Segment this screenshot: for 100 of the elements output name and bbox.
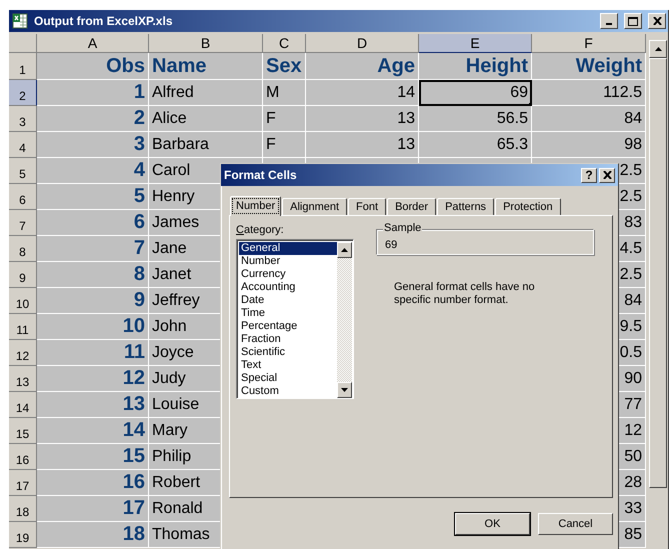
table-cell: 5 (134, 185, 145, 208)
close-icon (602, 171, 612, 179)
table-cell: 8 (134, 263, 145, 286)
list-item[interactable]: General (239, 242, 337, 255)
list-scrollbar[interactable] (337, 242, 352, 398)
table-cell: 28 (624, 474, 642, 492)
list-item[interactable]: Date (239, 294, 337, 307)
row-header[interactable]: 13 (9, 366, 37, 392)
table-cell: Carol (152, 162, 190, 180)
table-cell: 12 (624, 422, 642, 440)
table-cell: 13 (397, 136, 415, 154)
column-title: Height (466, 54, 528, 78)
cancel-button[interactable]: Cancel (538, 513, 613, 535)
minimize-button[interactable] (600, 13, 618, 29)
list-item[interactable]: Fraction (239, 333, 337, 346)
row-header[interactable]: 1 (9, 53, 37, 80)
row-header[interactable]: 7 (9, 210, 37, 236)
sample-value: 69 (385, 239, 398, 251)
list-item[interactable]: Scientific (239, 346, 337, 359)
table-cell: Jeffrey (152, 292, 200, 310)
table-cell: 56.5 (496, 110, 528, 128)
list-item[interactable]: Text (239, 359, 337, 372)
close-button[interactable] (599, 168, 615, 182)
table-cell: 14 (397, 84, 415, 102)
category-list[interactable]: General Number Currency Accounting Date Time Percentage Fraction Scientific Text Special Custom (236, 239, 354, 399)
table-cell: 2.5 (620, 266, 642, 284)
row-header[interactable]: 10 (9, 288, 37, 314)
close-icon (652, 17, 662, 25)
list-item[interactable]: Percentage (239, 320, 337, 333)
table-cell: 112.5 (603, 84, 642, 102)
row-header[interactable]: 3 (9, 106, 37, 132)
column-header[interactable]: B (149, 34, 263, 53)
table-cell: 6 (134, 211, 145, 234)
row-header[interactable]: 5 (9, 158, 37, 184)
list-item[interactable]: Accounting (239, 281, 337, 294)
column-header[interactable]: A (37, 34, 149, 53)
table-cell: Jane (152, 240, 187, 258)
table-cell: 7 (134, 237, 145, 260)
list-item[interactable]: Special (239, 372, 337, 385)
table-cell: 98 (624, 136, 642, 154)
tab[interactable]: Protection (495, 198, 561, 215)
row-header[interactable]: 18 (9, 496, 37, 522)
table-cell: 69 (510, 84, 528, 102)
scroll-down-button[interactable] (337, 382, 352, 398)
column-header[interactable]: E (419, 34, 532, 53)
window-title: Output from ExcelXP.xls (34, 14, 174, 28)
scroll-up-button[interactable] (337, 242, 352, 258)
table-cell: 3 (134, 133, 145, 156)
maximize-icon (628, 16, 638, 26)
table-cell: 4 (134, 159, 145, 182)
close-button[interactable] (648, 13, 666, 29)
row-header[interactable]: 9 (9, 262, 37, 288)
list-item[interactable]: Currency (239, 268, 337, 281)
table-cell: 84 (624, 292, 642, 310)
tab[interactable]: Alignment (282, 198, 348, 215)
select-all-corner[interactable] (9, 34, 37, 53)
row-header[interactable]: 15 (9, 418, 37, 444)
table-cell: 33 (624, 500, 642, 518)
tab[interactable]: Border (387, 198, 436, 215)
table-cell: Louise (152, 396, 200, 414)
column-title: Age (377, 54, 415, 78)
table-cell: 50 (624, 448, 642, 466)
column-header[interactable]: F (532, 34, 646, 53)
row-header[interactable]: 16 (9, 444, 37, 470)
column-header[interactable]: D (306, 34, 419, 53)
list-item[interactable]: Custom (239, 385, 337, 398)
table-cell: 14 (122, 419, 145, 442)
column-header[interactable]: C (263, 34, 306, 53)
table-cell: 10 (122, 315, 145, 338)
table-cell: Alfred (152, 84, 194, 102)
row-header[interactable]: 12 (9, 340, 37, 366)
list-item[interactable]: Number (239, 255, 337, 268)
up-arrow-icon (654, 47, 662, 51)
table-cell: Barbara (152, 136, 209, 154)
table-cell: 9 (134, 289, 145, 312)
column-title: Name (152, 54, 206, 78)
maximize-button[interactable] (624, 13, 642, 29)
tab[interactable]: Patterns (437, 198, 494, 215)
help-button[interactable]: ? (581, 168, 597, 182)
row-header[interactable]: 14 (9, 392, 37, 418)
row-header[interactable]: 19 (9, 522, 37, 548)
table-cell: John (152, 318, 187, 336)
row-header[interactable]: 4 (9, 132, 37, 158)
tab[interactable]: Font (348, 198, 386, 215)
row-header[interactable]: 6 (9, 184, 37, 210)
scroll-up-button[interactable] (649, 40, 667, 58)
row-header[interactable]: 2 (9, 80, 37, 106)
dialog-title: Format Cells (224, 168, 298, 182)
table-cell: Mary (152, 422, 188, 440)
row-header[interactable]: 8 (9, 236, 37, 262)
scroll-thumb[interactable] (649, 58, 667, 488)
column-title: Obs (106, 54, 145, 78)
list-item[interactable]: Time (239, 307, 337, 320)
table-cell: Joyce (152, 344, 194, 362)
row-header[interactable]: 11 (9, 314, 37, 340)
row-header[interactable]: 17 (9, 470, 37, 496)
table-cell: 0.5 (620, 344, 642, 362)
table-cell: Ronald (152, 500, 203, 518)
tab[interactable]: Number (230, 196, 282, 216)
ok-button[interactable]: OK (455, 513, 530, 535)
